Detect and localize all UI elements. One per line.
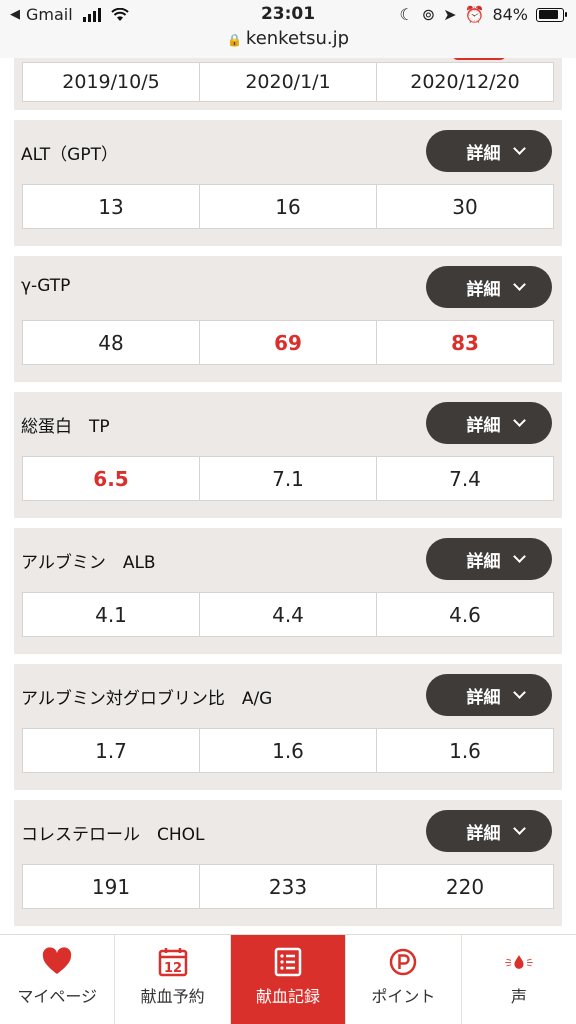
heart-icon — [43, 947, 72, 974]
nav-item-records[interactable]: 献血記録 — [230, 935, 347, 1024]
chevron-down-icon — [512, 142, 526, 155]
value-cell: 1.6 — [449, 738, 481, 763]
detail-button[interactable]: 詳細 — [426, 674, 552, 716]
value-cell-high: 83 — [451, 330, 479, 355]
chevron-down-icon — [512, 550, 526, 563]
value-cell: 30 — [452, 194, 478, 219]
status-right: ☾ ⊚ ➤ ⏰ 84% — [399, 5, 567, 24]
value-cell: 1.7 — [23, 729, 200, 772]
values-row: 191 233 220 — [22, 864, 554, 909]
metric-name: 総蛋白 TP — [21, 417, 110, 437]
blood-drop-icon — [505, 955, 533, 969]
metric-name: アルブミン対グロブリン比 A/G — [21, 689, 273, 709]
nav-label: 献血予約 — [140, 987, 205, 1006]
value-cell-low: 6.5 — [23, 457, 200, 500]
values-row: 13 16 30 — [22, 184, 554, 229]
nav-label: 声 — [510, 987, 527, 1006]
value-cell: 16 — [200, 185, 377, 228]
detail-button[interactable]: 詳細 — [426, 810, 552, 852]
nav-label: 献血記録 — [256, 987, 321, 1006]
value-cell: 4.1 — [23, 593, 200, 636]
battery-icon — [536, 7, 567, 22]
chevron-down-icon — [512, 278, 526, 291]
dates-card: 2019/10/5 2020/1/1 2020/12/20 — [14, 58, 562, 110]
chevron-down-icon — [512, 686, 526, 699]
lock-rotation-icon: ⊚ — [421, 5, 436, 24]
nav-item-reservation[interactable]: 12 献血予約 — [115, 935, 231, 1024]
value-cell: 7.1 — [200, 457, 377, 500]
values-row: 1.7 1.6 1.6 — [22, 728, 554, 773]
value-cell: 233 — [200, 865, 377, 908]
calendar-icon: 12 — [158, 948, 187, 977]
date-cell: 2019/10/5 — [23, 63, 200, 101]
value-cell: 4.4 — [200, 593, 377, 636]
date-cell: 2020/12/20 — [410, 71, 520, 93]
nav-label: ポイント — [371, 987, 436, 1006]
metric-ag: アルブミン対グロブリン比 A/G 詳細 1.7 1.6 1.6 — [14, 664, 562, 790]
metric-ggtp: γ-GTP 詳細 48 69 83 — [14, 256, 562, 382]
detail-button[interactable]: 詳細 — [426, 402, 552, 444]
values-row: 48 69 83 — [22, 320, 554, 365]
bottom-nav: マイページ 12 献血予約 献血記録 ポイント 声 — [0, 934, 576, 1024]
lock-icon: 🔒 — [226, 33, 242, 47]
point-p-icon — [390, 948, 417, 976]
value-cell: 13 — [23, 185, 200, 228]
new-badge — [452, 58, 506, 60]
list-document-icon — [274, 947, 302, 977]
calendar-day: 12 — [164, 961, 182, 976]
records-content: 2019/10/5 2020/1/1 2020/12/20 ALT（GPT） 詳… — [0, 58, 576, 934]
location-icon: ➤ — [443, 5, 457, 24]
detail-button[interactable]: 詳細 — [426, 266, 552, 308]
value-cell: 191 — [23, 865, 200, 908]
metric-chol: コレステロール CHOL 詳細 191 233 220 — [14, 800, 562, 926]
metric-name: アルブミン ALB — [21, 553, 156, 573]
value-cell: 48 — [23, 321, 200, 364]
nav-item-points[interactable]: ポイント — [346, 935, 462, 1024]
values-row: 4.1 4.4 4.6 — [22, 592, 554, 637]
chevron-down-icon — [512, 822, 526, 835]
metric-alb: アルブミン ALB 詳細 4.1 4.4 4.6 — [14, 528, 562, 654]
date-cell: 2020/1/1 — [200, 63, 377, 101]
alarm-icon: ⏰ — [464, 5, 485, 24]
url-bar[interactable]: 🔒 kenketsu.jp — [0, 28, 576, 58]
value-cell: 4.6 — [449, 602, 481, 627]
value-cell-high: 69 — [200, 321, 377, 364]
metric-name: γ-GTP — [21, 276, 71, 296]
dates-row: 2019/10/5 2020/1/1 2020/12/20 — [22, 62, 554, 102]
metric-tp: 総蛋白 TP 詳細 6.5 7.1 7.4 — [14, 392, 562, 518]
metric-name: コレステロール CHOL — [21, 825, 205, 845]
moon-icon: ☾ — [399, 5, 414, 24]
values-row: 6.5 7.1 7.4 — [22, 456, 554, 501]
battery-percent: 84% — [492, 5, 528, 24]
nav-label: マイページ — [17, 987, 98, 1006]
detail-button[interactable]: 詳細 — [426, 130, 552, 172]
nav-item-voice[interactable]: 声 — [462, 935, 576, 1024]
metric-name: ALT（GPT） — [21, 145, 118, 165]
nav-item-mypage[interactable]: マイページ — [0, 935, 116, 1024]
value-cell: 7.4 — [449, 466, 481, 491]
detail-button[interactable]: 詳細 — [426, 538, 552, 580]
value-cell: 1.6 — [200, 729, 377, 772]
url-text[interactable]: kenketsu.jp — [246, 28, 349, 49]
chevron-down-icon — [512, 414, 526, 427]
metric-alt: ALT（GPT） 詳細 13 16 30 — [14, 120, 562, 246]
value-cell: 220 — [445, 874, 485, 899]
